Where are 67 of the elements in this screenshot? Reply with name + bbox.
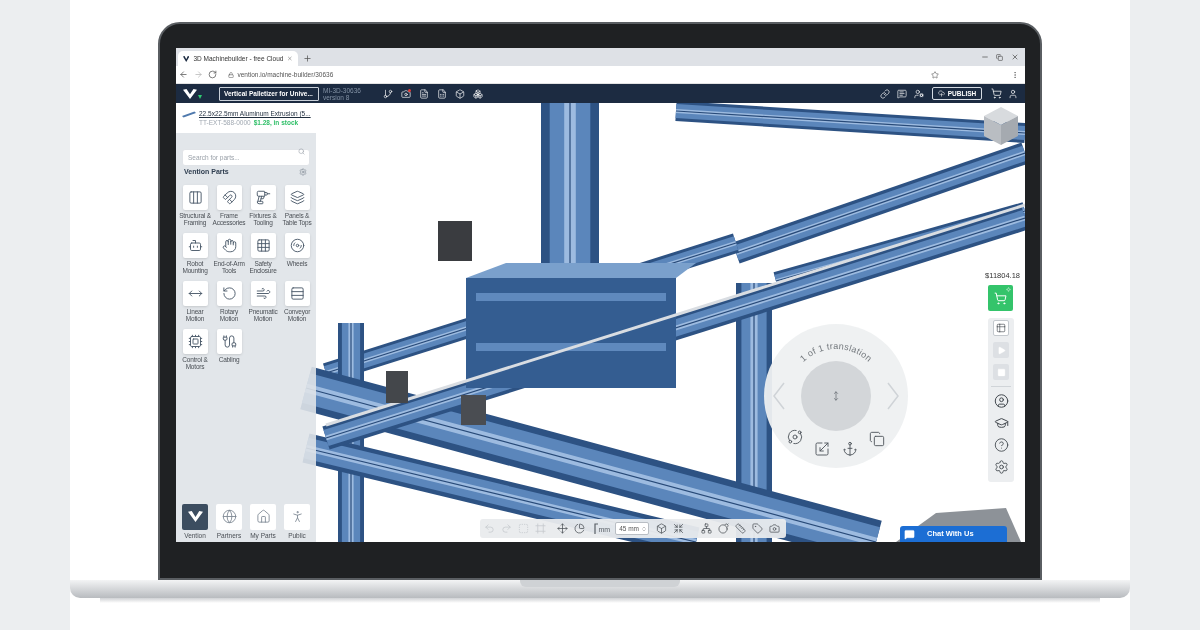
extrusion-icon: [182, 111, 196, 118]
link-icon[interactable]: [880, 88, 890, 99]
lock-icon: [227, 71, 234, 78]
cart-icon: [994, 291, 1007, 305]
menu-icon[interactable]: [1011, 70, 1019, 79]
spreadsheet-icon[interactable]: [437, 88, 447, 99]
resize-icon[interactable]: [814, 441, 830, 457]
user-settings-icon[interactable]: [914, 88, 924, 99]
caret-icon[interactable]: [198, 95, 202, 99]
restore-icon[interactable]: [996, 53, 1003, 61]
columns-icon: [187, 190, 203, 205]
v-logo-icon: [187, 511, 203, 522]
tag-icon[interactable]: [752, 523, 764, 534]
cloud-upload-icon: [937, 90, 945, 97]
reload-icon[interactable]: [207, 70, 217, 79]
view-cube-icon[interactable]: [982, 106, 1020, 146]
ruler-icon[interactable]: [735, 523, 747, 534]
user-icon[interactable]: [1008, 88, 1018, 99]
help-icon[interactable]: [993, 437, 1009, 453]
camera-icon[interactable]: [769, 523, 781, 534]
bomb-icon[interactable]: [718, 523, 730, 534]
cable-icon: [221, 334, 237, 349]
close-icon[interactable]: [1010, 53, 1019, 61]
disc-icon: [289, 238, 305, 253]
globe-icon: [221, 509, 237, 524]
graduation-cap-icon[interactable]: [993, 415, 1009, 431]
wind-icon: [255, 286, 271, 301]
hierarchy-icon[interactable]: [701, 523, 713, 534]
user-circle-icon[interactable]: [993, 393, 1009, 409]
copy-icon[interactable]: [869, 431, 885, 447]
pie-chart-icon[interactable]: [573, 523, 585, 534]
stepper-icon: [641, 524, 648, 533]
document-icon[interactable]: [419, 88, 429, 99]
layers-icon: [289, 190, 305, 205]
sparkle-icon: [1006, 287, 1011, 292]
rotate-icon: [221, 286, 237, 301]
orbit-icon[interactable]: [787, 429, 803, 445]
v-logo-icon[interactable]: [183, 88, 197, 99]
rows-icon: [289, 286, 305, 301]
bill-of-materials-button[interactable]: [993, 320, 1009, 336]
v-logo-icon: [183, 55, 190, 62]
hand-icon: [221, 238, 237, 253]
chip-icon: [187, 334, 203, 349]
branch-icon[interactable]: [383, 88, 393, 99]
chat-bubble-icon: [904, 528, 915, 540]
cube-icon[interactable]: [656, 523, 668, 534]
chat-icon[interactable]: [897, 88, 907, 99]
vertical-arrows-icon: [831, 388, 841, 404]
drill-icon: [255, 190, 271, 205]
anchor-icon[interactable]: [842, 441, 858, 457]
bracket-icon: [593, 522, 599, 535]
cart-icon[interactable]: [991, 88, 1002, 99]
search-icon: [298, 148, 305, 155]
star-icon[interactable]: [931, 70, 939, 79]
cubes-icon[interactable]: [473, 88, 483, 99]
table-icon: [996, 323, 1006, 333]
robot-icon: [187, 238, 203, 253]
new-tab-icon[interactable]: [303, 54, 312, 63]
stop-icon: [996, 367, 1006, 377]
back-icon[interactable]: [178, 70, 188, 79]
settings-icon[interactable]: [993, 459, 1009, 475]
house-icon: [255, 509, 271, 524]
grid-icon: [255, 238, 271, 253]
play-icon: [996, 345, 1006, 355]
magnet-icon: [221, 190, 237, 205]
shrink-icon[interactable]: [673, 523, 685, 534]
move-icon[interactable]: [556, 523, 568, 534]
